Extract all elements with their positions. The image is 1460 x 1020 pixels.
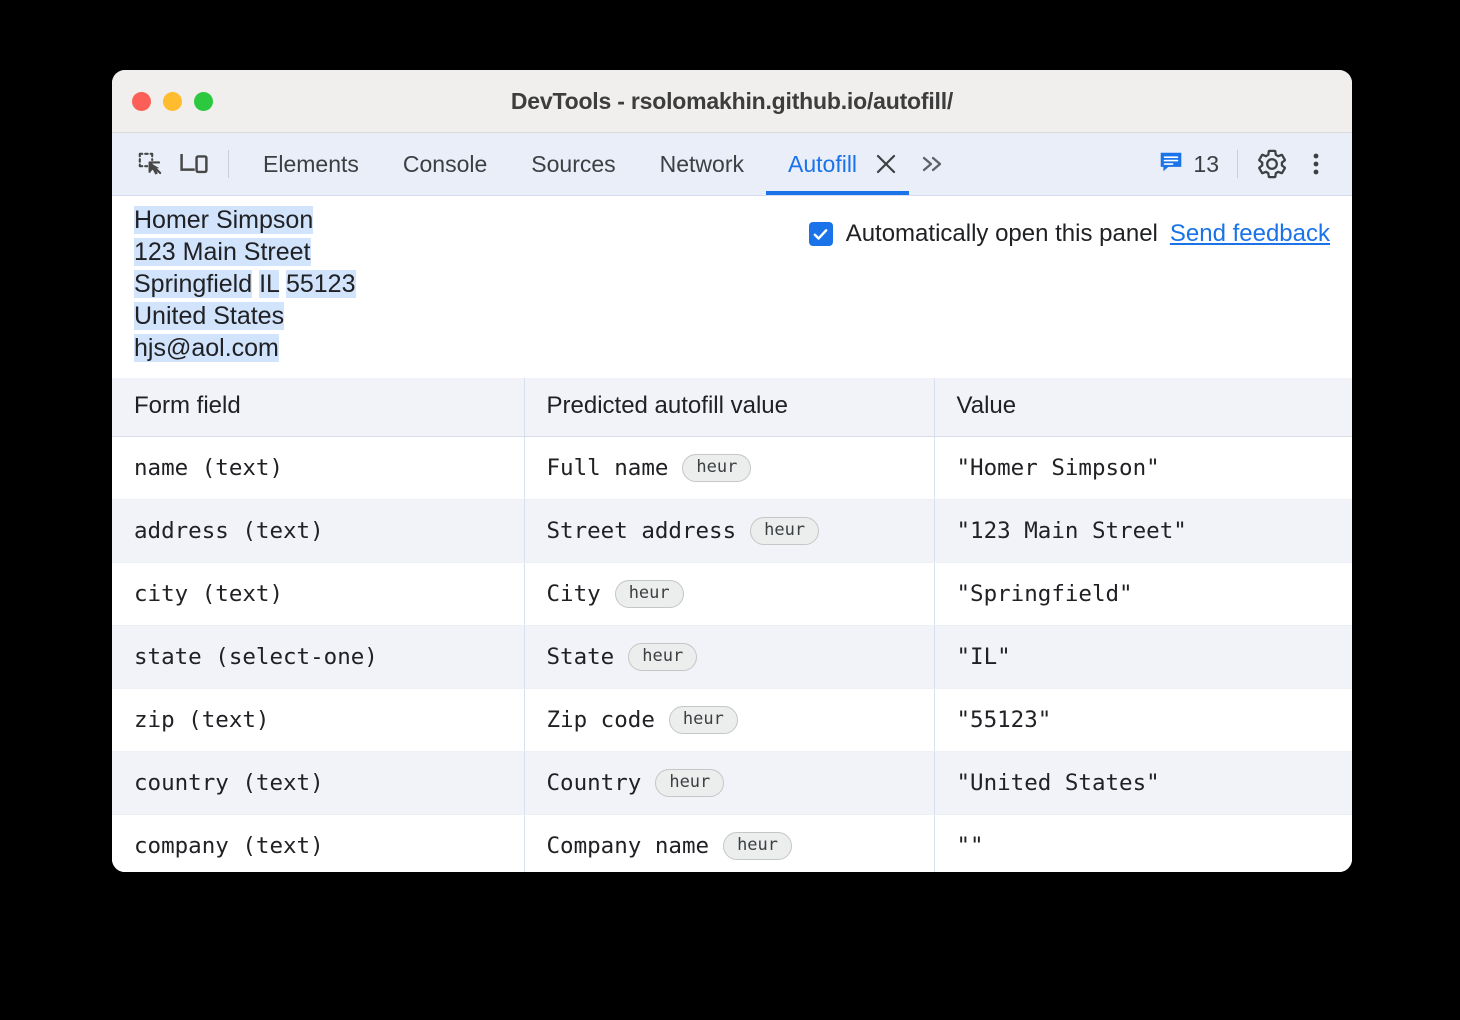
cell-predicted-value: State heur	[524, 626, 934, 689]
autofill-table-body: name (text)Full nameheur"Homer Simpson"a…	[112, 437, 1352, 873]
auto-open-label[interactable]: Automatically open this panel	[846, 220, 1158, 248]
table-row[interactable]: company (text) Company name heur ""	[112, 815, 1352, 873]
cell-form-field: country (text)	[112, 752, 524, 815]
table-row[interactable]: zip (text) Zip code heur "55123"	[112, 689, 1352, 752]
address-token: 123 Main Street	[134, 238, 311, 266]
gear-icon[interactable]	[1250, 142, 1294, 186]
predicted-value-label: Country	[547, 770, 642, 796]
issues-button[interactable]: 13	[1158, 149, 1219, 180]
active-tab-underline	[766, 191, 909, 195]
toolbar-divider-2	[1237, 150, 1238, 178]
cell-value: ""	[934, 815, 1352, 873]
cell-predicted-value: Country heur	[524, 752, 934, 815]
cell-form-field: name (text)	[112, 437, 524, 500]
address-token: 55123	[286, 270, 356, 298]
address-line: Homer Simpson	[134, 204, 356, 236]
table-row[interactable]: name (text) Full name heur "Homer Simpson"	[112, 437, 1352, 500]
tab-console[interactable]: Console	[381, 133, 509, 195]
autofill-table: Form field Predicted autofill value Valu…	[112, 378, 1352, 872]
cell-value: "55123"	[934, 689, 1352, 752]
heuristic-badge: heur	[628, 643, 697, 671]
device-toolbar-icon[interactable]	[172, 142, 216, 186]
close-window-button[interactable]	[132, 92, 151, 111]
traffic-lights	[132, 70, 213, 132]
autofill-table-head: Form field Predicted autofill value Valu…	[112, 378, 1352, 437]
window-title: DevTools - rsolomakhin.github.io/autofil…	[112, 88, 1352, 115]
table-header-row: Form field Predicted autofill value Valu…	[112, 378, 1352, 437]
cell-form-field: company (text)	[112, 815, 524, 873]
address-line: 123 Main Street	[134, 236, 356, 268]
cell-predicted-value: Company name heur	[524, 815, 934, 873]
chevron-double-right-icon[interactable]	[913, 144, 953, 184]
panel-controls: Automatically open this panel Send feedb…	[809, 220, 1330, 248]
devtools-tabbar: Elements Console Sources Network Autofil…	[112, 133, 1352, 196]
cell-value: "IL"	[934, 626, 1352, 689]
cell-predicted-value: Full name heur	[524, 437, 934, 500]
tab-sources[interactable]: Sources	[509, 133, 637, 195]
column-header-form-field[interactable]: Form field	[112, 378, 524, 437]
tab-autofill[interactable]: Autofill	[766, 133, 869, 195]
heuristic-badge: heur	[750, 517, 819, 545]
address-gap	[279, 270, 286, 298]
auto-open-checkbox[interactable]	[809, 222, 833, 246]
autofill-panel-header: Homer Simpson 123 Main Street Springfiel…	[112, 196, 1352, 378]
cell-form-field: city (text)	[112, 563, 524, 626]
tab-autofill-group: Autofill	[766, 133, 909, 195]
predicted-value-label: City	[547, 581, 601, 607]
issues-message-icon	[1158, 149, 1184, 180]
toolbar-divider	[228, 150, 229, 178]
heuristic-badge: heur	[655, 769, 724, 797]
address-token: United States	[134, 302, 284, 330]
send-feedback-link[interactable]: Send feedback	[1170, 220, 1330, 248]
cell-form-field: zip (text)	[112, 689, 524, 752]
predicted-value-label: Zip code	[547, 707, 655, 733]
predicted-value-label: Street address	[547, 518, 737, 544]
address-line: Springfield IL 55123	[134, 268, 356, 300]
autofill-panel: Homer Simpson 123 Main Street Springfiel…	[112, 196, 1352, 872]
address-line: hjs@aol.com	[134, 332, 356, 364]
tab-elements[interactable]: Elements	[241, 133, 381, 195]
address-token: Homer Simpson	[134, 206, 313, 234]
cell-form-field: state (select-one)	[112, 626, 524, 689]
cell-predicted-value: Zip code heur	[524, 689, 934, 752]
predicted-value-label: Full name	[547, 455, 669, 481]
minimize-window-button[interactable]	[163, 92, 182, 111]
maximize-window-button[interactable]	[194, 92, 213, 111]
table-row[interactable]: address (text) Street address heur "123 Mai…	[112, 500, 1352, 563]
cell-predicted-value: Street address heur	[524, 500, 934, 563]
devtools-window: DevTools - rsolomakhin.github.io/autofil…	[112, 70, 1352, 872]
address-token: IL	[259, 270, 279, 298]
issues-count: 13	[1193, 151, 1219, 178]
close-icon[interactable]	[869, 147, 903, 181]
heuristic-badge: heur	[723, 832, 792, 860]
table-row[interactable]: country (text) Country heur "United States"	[112, 752, 1352, 815]
autofill-address-preview: Homer Simpson 123 Main Street Springfiel…	[134, 204, 356, 364]
cell-value: "Homer Simpson"	[934, 437, 1352, 500]
address-line: United States	[134, 300, 356, 332]
column-header-value[interactable]: Value	[934, 378, 1352, 437]
kebab-menu-icon[interactable]	[1294, 142, 1338, 186]
cell-value: "United States"	[934, 752, 1352, 815]
heuristic-badge: heur	[669, 706, 738, 734]
heuristic-badge: heur	[615, 580, 684, 608]
window-titlebar: DevTools - rsolomakhin.github.io/autofil…	[112, 70, 1352, 133]
address-token: Springfield	[134, 270, 252, 298]
predicted-value-label: Company name	[547, 833, 710, 859]
predicted-value-label: State	[547, 644, 615, 670]
inspect-element-icon[interactable]	[128, 142, 172, 186]
cell-predicted-value: City heur	[524, 563, 934, 626]
tabbar-right-tools	[1250, 142, 1352, 186]
tab-network[interactable]: Network	[638, 133, 766, 195]
address-token: hjs@aol.com	[134, 334, 279, 362]
heuristic-badge: heur	[682, 454, 751, 482]
column-header-predicted-value[interactable]: Predicted autofill value	[524, 378, 934, 437]
cell-form-field: address (text)	[112, 500, 524, 563]
cell-value: "Springfield"	[934, 563, 1352, 626]
cell-value: "123 Main Street"	[934, 500, 1352, 563]
table-row[interactable]: city (text) City heur "Springfield"	[112, 563, 1352, 626]
table-row[interactable]: state (select-one) State heur "IL"	[112, 626, 1352, 689]
